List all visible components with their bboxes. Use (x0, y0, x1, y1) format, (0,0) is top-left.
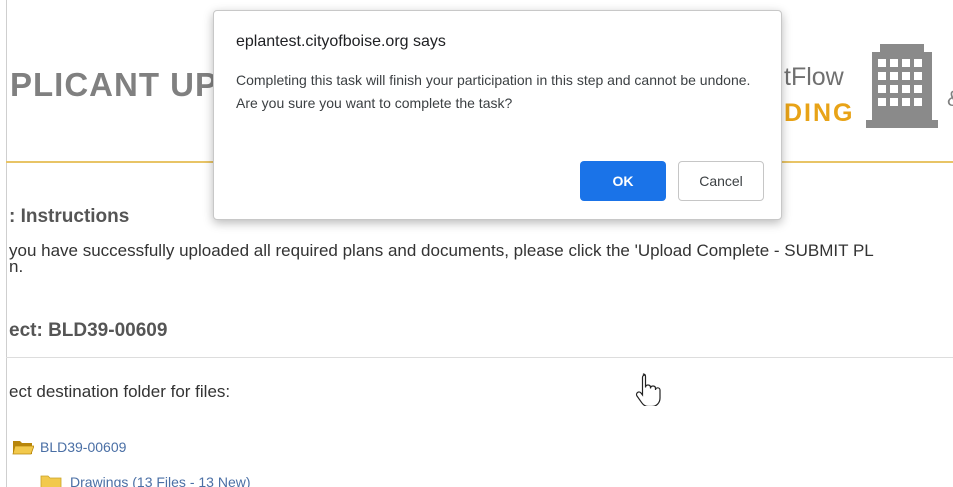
folder-icon (40, 475, 62, 487)
instructions-text: you have successfully uploaded all requi… (9, 241, 953, 276)
project-divider (6, 357, 953, 358)
folder-tree-item-label[interactable]: Drawings (13 Files - 13 New) (70, 474, 251, 487)
cancel-button[interactable]: Cancel (678, 161, 764, 201)
project-heading: ect: BLD39-00609 (9, 320, 168, 341)
building-icon (866, 44, 938, 128)
dialog-message: Completing this task will finish your pa… (236, 72, 751, 111)
open-folder-icon (12, 441, 34, 455)
hand-pointer-cursor-icon (635, 373, 661, 406)
destination-folder-prompt: ect destination folder for files: (9, 382, 231, 401)
folder-tree-root-label[interactable]: BLD39-00609 (40, 439, 126, 455)
brand-name-line1: tFlow (784, 63, 844, 91)
page-title: PLICANT UP (10, 66, 218, 103)
folder-tree-item-drawings[interactable]: Drawings (13 Files - 13 New) (40, 473, 251, 487)
dialog-title: eplantest.cityofboise.org says (236, 33, 446, 50)
brand-name-line2: DING (784, 99, 855, 127)
instructions-line-1: you have successfully uploaded all requi… (9, 241, 874, 260)
instructions-line-2: n. (9, 257, 24, 276)
instructions-heading: : Instructions (9, 206, 130, 227)
ok-button[interactable]: OK (580, 161, 666, 201)
folder-tree-root[interactable]: BLD39-00609 (12, 438, 126, 456)
confirm-dialog: eplantest.cityofboise.org says Completin… (213, 10, 782, 220)
header-edge-glyph: & (947, 86, 953, 112)
